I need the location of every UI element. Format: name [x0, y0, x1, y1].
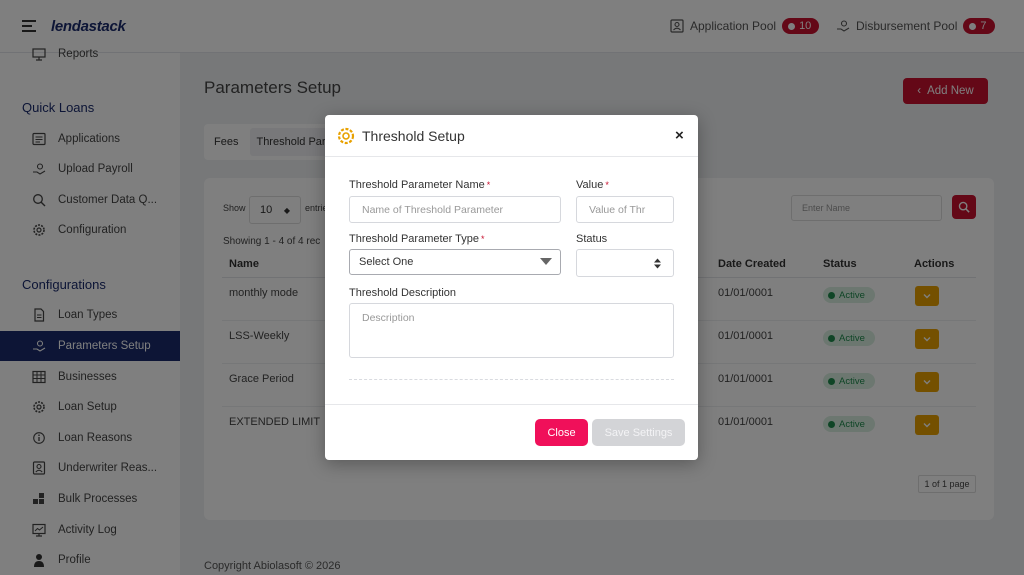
param-name-label: Threshold Parameter Name * — [349, 179, 491, 191]
param-type-select[interactable]: Select One — [349, 249, 561, 275]
status-select[interactable] — [576, 249, 674, 277]
close-button[interactable]: Close — [535, 419, 588, 446]
caret-down-icon — [540, 258, 552, 265]
gear-icon — [337, 127, 355, 145]
description-textarea[interactable]: Description — [349, 303, 674, 358]
modal-title: Threshold Setup — [362, 128, 465, 144]
value-label: Value * — [576, 179, 609, 191]
close-icon[interactable]: × — [675, 127, 684, 144]
save-settings-button[interactable]: Save Settings — [592, 419, 685, 446]
threshold-setup-modal: Threshold Setup × Threshold Parameter Na… — [325, 115, 698, 460]
description-label: Threshold Description — [349, 287, 456, 299]
modal-header: Threshold Setup × — [325, 115, 698, 157]
param-type-label: Threshold Parameter Type * — [349, 233, 485, 245]
sort-arrows-icon — [654, 258, 661, 269]
status-label: Status — [576, 233, 608, 245]
value-input[interactable]: Value of Thr — [576, 196, 674, 223]
modal-footer-divider — [325, 404, 698, 405]
param-name-input[interactable]: Name of Threshold Parameter — [349, 196, 561, 223]
form-divider — [349, 379, 674, 380]
